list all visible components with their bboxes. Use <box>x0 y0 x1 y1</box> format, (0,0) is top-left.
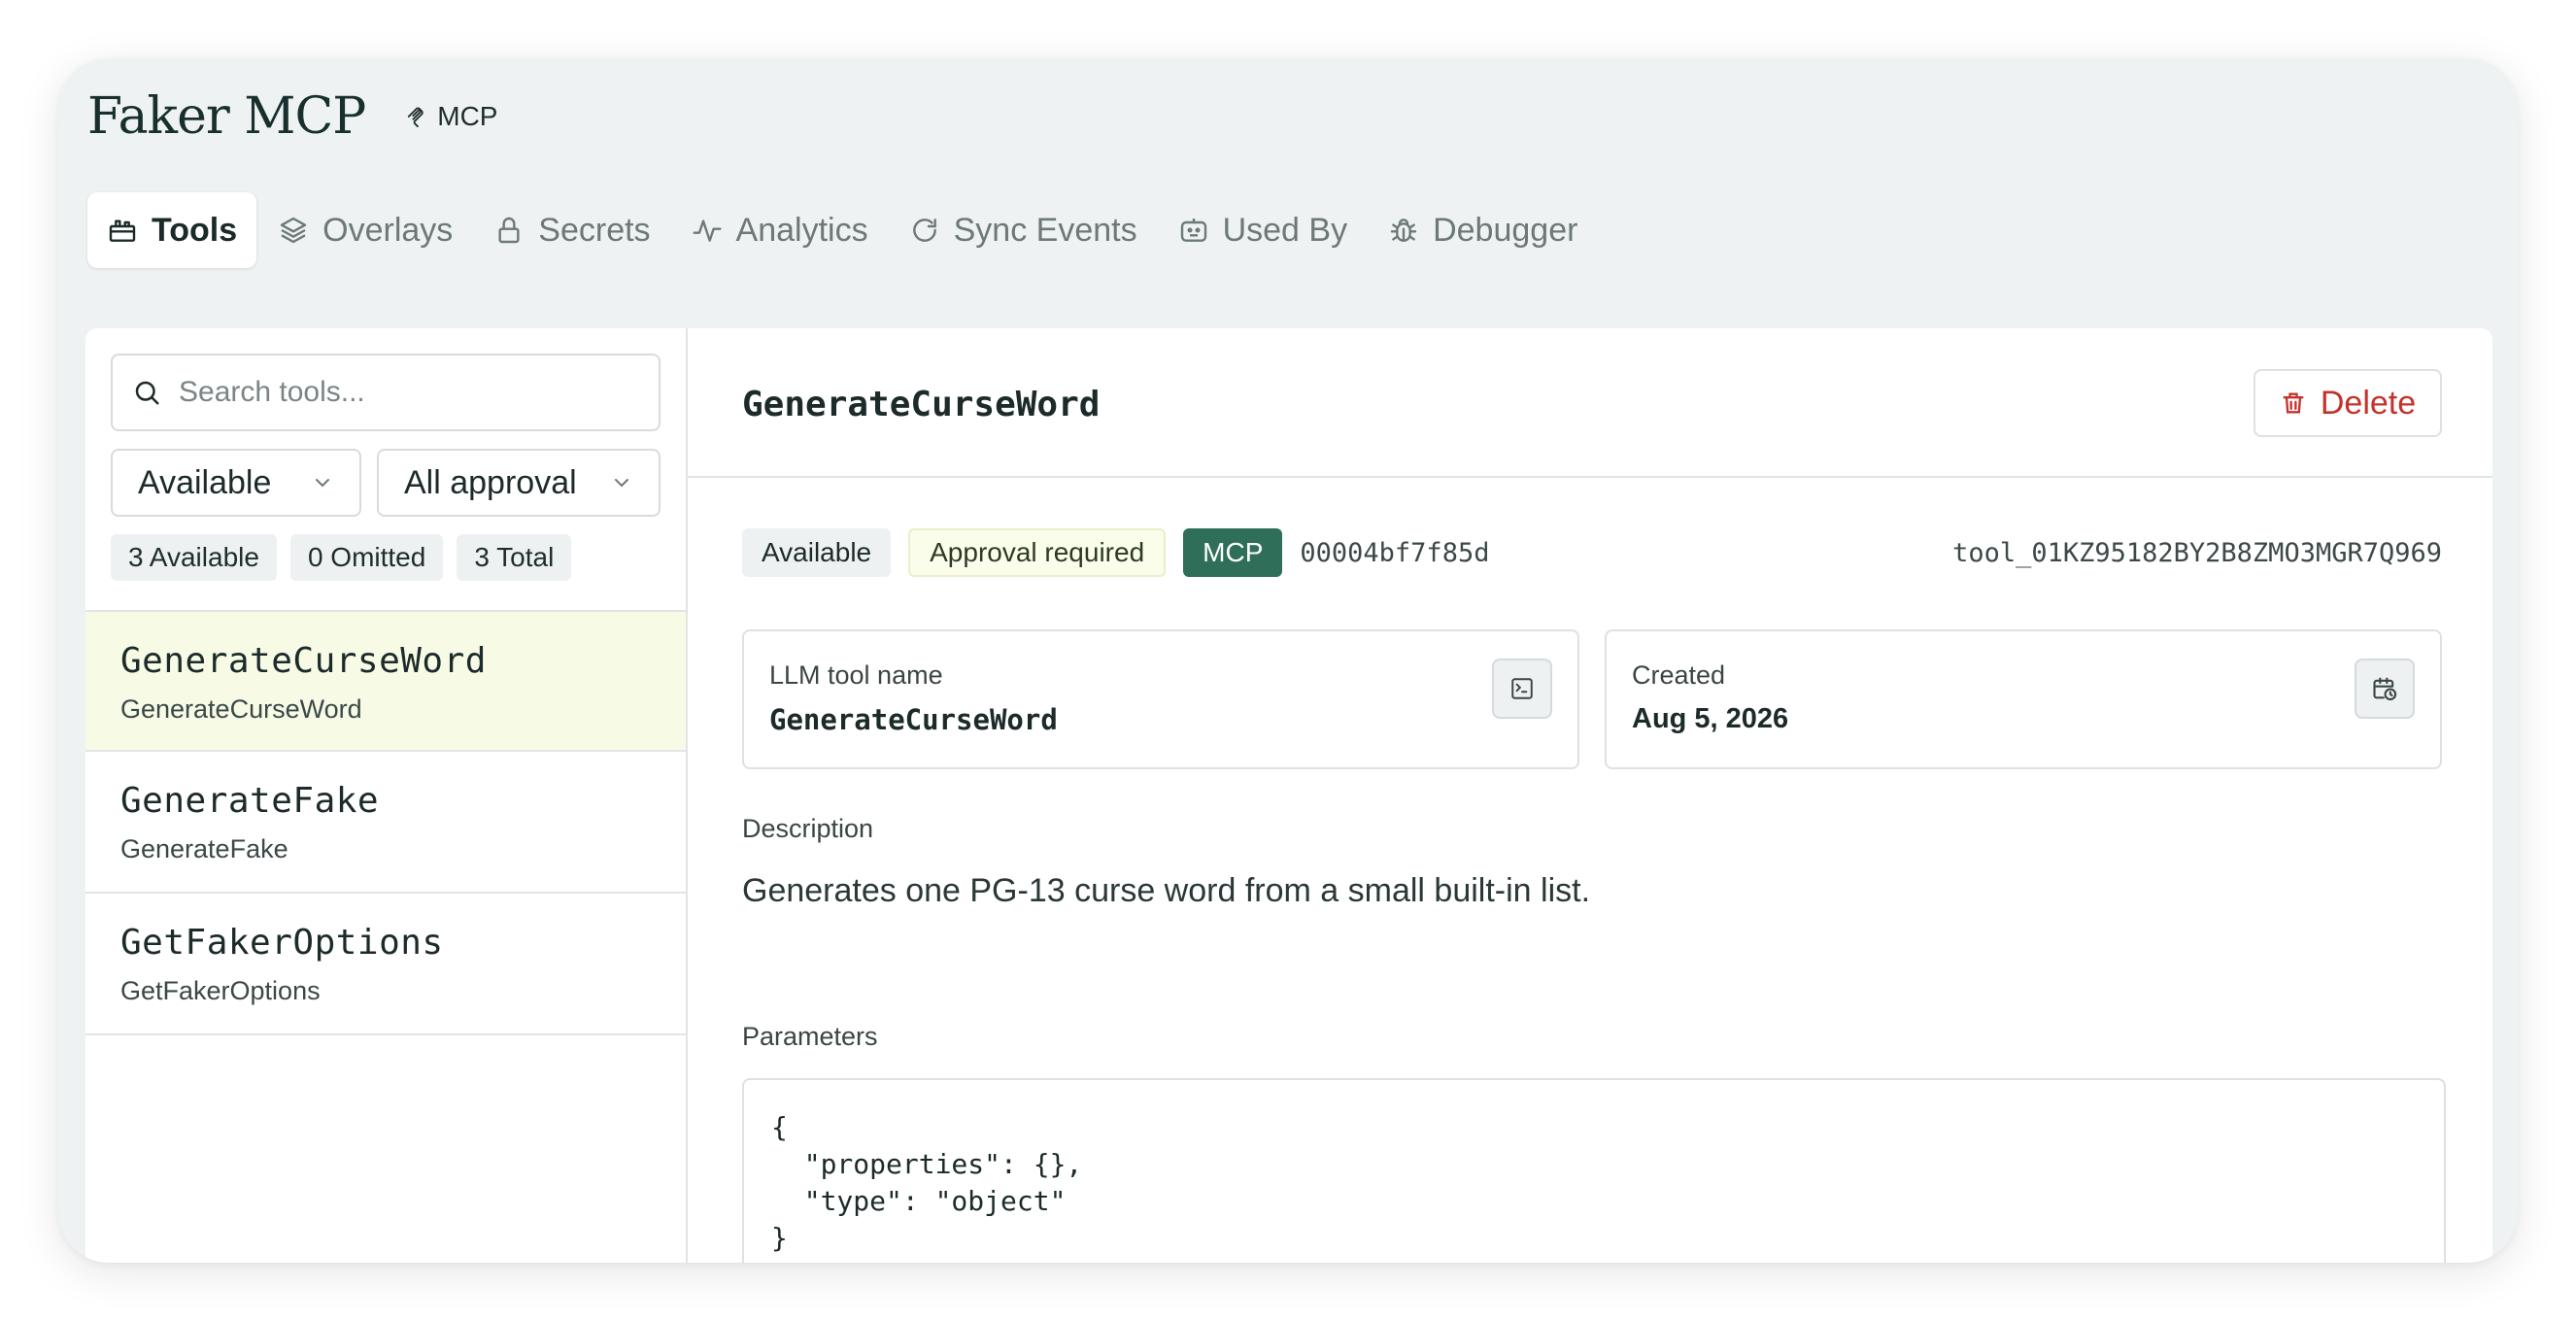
parameters-json: { "properties": {}, "type": "object" } <box>771 1111 1083 1254</box>
tool-name: GenerateCurseWord <box>120 641 487 681</box>
approval-filter-value: All approval <box>404 463 577 501</box>
tab-sync-events[interactable]: Sync Events <box>890 192 1157 268</box>
bot-icon <box>1180 219 1206 242</box>
tool-hash: 00004bf7f85d <box>1300 537 1490 568</box>
tool-list-item-generatecurseword[interactable]: GenerateCurseWord GenerateCurseWord <box>85 610 686 752</box>
tab-secrets[interactable]: Secrets <box>474 192 669 268</box>
tab-label: Secrets <box>538 211 651 249</box>
toolbox-icon <box>109 220 136 242</box>
tab-overlays[interactable]: Overlays <box>258 192 472 268</box>
header: Faker MCP MCP <box>87 78 497 155</box>
created-label: Created <box>1632 660 1726 690</box>
tool-counts: 3 Available 0 Omitted 3 Total <box>111 534 585 581</box>
app-window: Faker MCP MCP Tools Overlays Secrets Ana… <box>58 58 2518 1263</box>
delete-button[interactable]: Delete <box>2254 369 2442 437</box>
approval-filter-select[interactable]: All approval <box>377 449 661 517</box>
llm-tool-name-card: LLM tool name GenerateCurseWord <box>742 629 1579 769</box>
tool-subtitle: GetFakerOptions <box>120 976 321 1005</box>
created-value: Aug 5, 2026 <box>1632 703 1789 734</box>
chevron-down-icon <box>316 479 329 488</box>
tab-label: Overlays <box>322 211 454 249</box>
tool-sidebar: Available All approval 3 Available 0 Omi… <box>85 328 688 1263</box>
count-badge-total: 3 Total <box>457 534 572 581</box>
refresh-icon <box>912 219 936 242</box>
detail-title: GenerateCurseWord <box>742 385 1101 424</box>
tab-label: Debugger <box>1433 211 1578 249</box>
type-tag: MCP <box>406 101 497 132</box>
tool-subtitle: GenerateFake <box>120 834 288 863</box>
description-text: Generates one PG-13 curse word from a sm… <box>742 872 1591 909</box>
tab-label: Used By <box>1222 211 1348 249</box>
tab-used-by[interactable]: Used By <box>1159 192 1368 268</box>
search-input[interactable] <box>179 376 635 409</box>
approval-badge: Approval required <box>908 528 1167 577</box>
calendar-clock-icon <box>2373 677 2397 701</box>
type-badge: MCP <box>1183 528 1283 577</box>
tab-bar: Tools Overlays Secrets Analytics Sync Ev… <box>87 192 1599 268</box>
tab-label: Tools <box>152 211 238 249</box>
tool-name: GetFakerOptions <box>120 923 444 963</box>
parameters-code-block: { "properties": {}, "type": "object" } <box>742 1078 2446 1263</box>
tool-list-item-getfakeroptions[interactable]: GetFakerOptions GetFakerOptions <box>85 894 686 1035</box>
parameters-label: Parameters <box>742 1022 878 1051</box>
terminal-icon <box>1511 678 1533 699</box>
tool-detail: GenerateCurseWord Delete Available Appro… <box>688 328 2492 1263</box>
description-label: Description <box>742 814 874 843</box>
status-filter-select[interactable]: Available <box>111 449 361 517</box>
chevron-down-icon <box>615 479 628 488</box>
main-panel: Available All approval 3 Available 0 Omi… <box>85 328 2492 1263</box>
type-tag-label: MCP <box>437 101 498 131</box>
page-title: Faker MCP <box>87 87 366 146</box>
mcp-icon <box>408 107 424 127</box>
trash-icon <box>2283 392 2304 414</box>
search-box[interactable] <box>111 354 661 431</box>
tool-id: tool_01KZ95182BY2B8ZMO3MGR7Q969 <box>1952 537 2442 568</box>
search-icon <box>135 381 159 405</box>
lock-icon <box>498 217 520 244</box>
tab-analytics[interactable]: Analytics <box>672 192 888 268</box>
llm-tool-name-label: LLM tool name <box>769 660 943 690</box>
badge-row: Available Approval required MCP 00004bf7… <box>742 528 2442 577</box>
copy-tool-name-button[interactable] <box>1492 659 1552 719</box>
tool-list-item-generatefake[interactable]: GenerateFake GenerateFake <box>85 752 686 894</box>
created-card: Created Aug 5, 2026 <box>1605 629 2442 769</box>
layers-icon <box>280 217 307 244</box>
tool-name: GenerateFake <box>120 781 380 821</box>
count-badge-omitted: 0 Omitted <box>289 534 444 581</box>
bug-icon <box>1390 219 1417 242</box>
delete-label: Delete <box>2320 384 2417 422</box>
tab-debugger[interactable]: Debugger <box>1369 192 1597 268</box>
tab-label: Sync Events <box>953 211 1137 249</box>
detail-header: GenerateCurseWord Delete <box>688 328 2492 478</box>
tool-subtitle: GenerateCurseWord <box>120 694 362 724</box>
created-info-button[interactable] <box>2355 659 2415 719</box>
llm-tool-name-value: GenerateCurseWord <box>769 703 1058 736</box>
status-badge: Available <box>742 528 892 577</box>
count-badge-available: 3 Available <box>111 534 277 581</box>
tab-tools[interactable]: Tools <box>87 192 257 268</box>
tool-list: GenerateCurseWord GenerateCurseWord Gene… <box>85 610 686 1035</box>
status-filter-value: Available <box>138 463 272 501</box>
tab-label: Analytics <box>735 211 868 249</box>
activity-icon <box>693 220 722 242</box>
